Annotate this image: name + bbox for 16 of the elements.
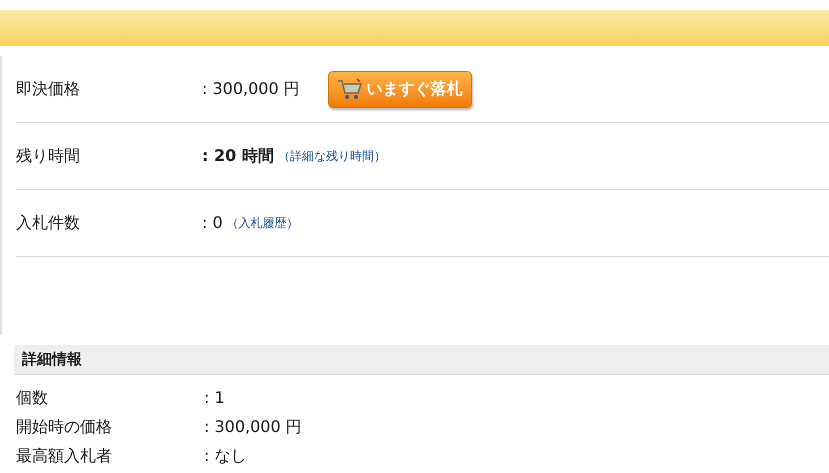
field-label: 即決価格 <box>16 78 81 100</box>
detail-link[interactable]: （入札履歴） <box>226 214 299 232</box>
field-label: 開始時の価格 <box>16 416 113 438</box>
field-value: : 20 時間 <box>202 145 274 167</box>
field-label: 残り時間 <box>16 145 81 167</box>
field-value: : 300,000 円 <box>204 416 302 438</box>
field-value: : 1 <box>204 386 225 408</box>
field-label: 個数 <box>16 386 49 408</box>
detail-link[interactable]: （詳細な残り時間） <box>278 147 386 165</box>
field-value: : 0 <box>202 212 223 234</box>
cart-icon <box>336 78 363 100</box>
field-label: 最高額入札者 <box>16 444 113 466</box>
field-label: 入札件数 <box>16 212 81 234</box>
field-value: : なし <box>204 444 246 466</box>
field-value: : 300,000 円 <box>202 78 300 100</box>
section-title: 詳細情報 <box>22 349 82 370</box>
